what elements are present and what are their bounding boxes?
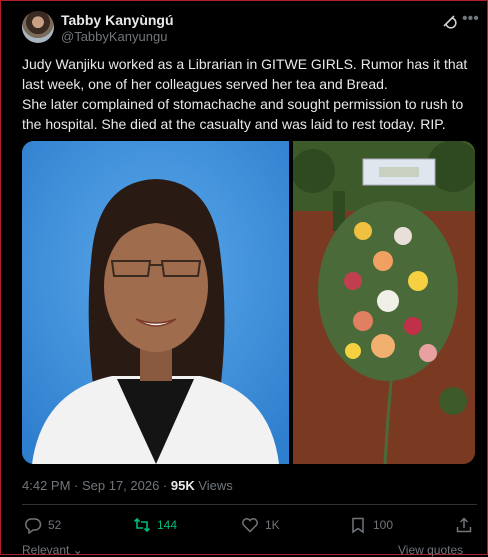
bookmark-icon: [352, 517, 364, 534]
share-button[interactable]: [455, 515, 473, 535]
tweet-image-portrait[interactable]: [22, 141, 289, 464]
views-count: 95K: [170, 478, 195, 493]
retweet-count: 144: [157, 518, 178, 532]
tweet-text: Judy Wanjiku worked as a Librarian in GI…: [22, 56, 468, 132]
grave-illustration: [293, 141, 475, 464]
reply-count: 52: [48, 518, 62, 532]
author-name[interactable]: Tabby Kanyùngú: [61, 12, 174, 28]
timestamp[interactable]: 4:42 PM · Sep 17, 2026 ·: [22, 478, 171, 493]
author-handle[interactable]: @TabbyKanyungu: [61, 29, 167, 44]
views-label: Views: [194, 478, 233, 493]
more-icon[interactable]: •••: [462, 10, 479, 28]
retweet-button[interactable]: 144: [133, 515, 177, 535]
like-icon: [242, 518, 258, 533]
avatar[interactable]: [22, 11, 54, 43]
reply-button[interactable]: 52: [24, 515, 61, 535]
grok-icon[interactable]: [441, 13, 457, 29]
tweet-image-grave[interactable]: [293, 141, 475, 464]
portrait-illustration: [22, 141, 289, 464]
reply-icon: [25, 518, 42, 534]
retweet-icon: [133, 517, 151, 533]
tweet-meta: 4:42 PM · Sep 17, 2026 · 95K Views: [22, 478, 233, 493]
like-button[interactable]: 1K: [241, 515, 280, 535]
bookmark-button[interactable]: 100: [349, 515, 393, 535]
share-icon: [456, 517, 472, 533]
like-count: 1K: [265, 518, 280, 532]
bookmark-count: 100: [373, 518, 394, 532]
divider: [22, 504, 477, 505]
